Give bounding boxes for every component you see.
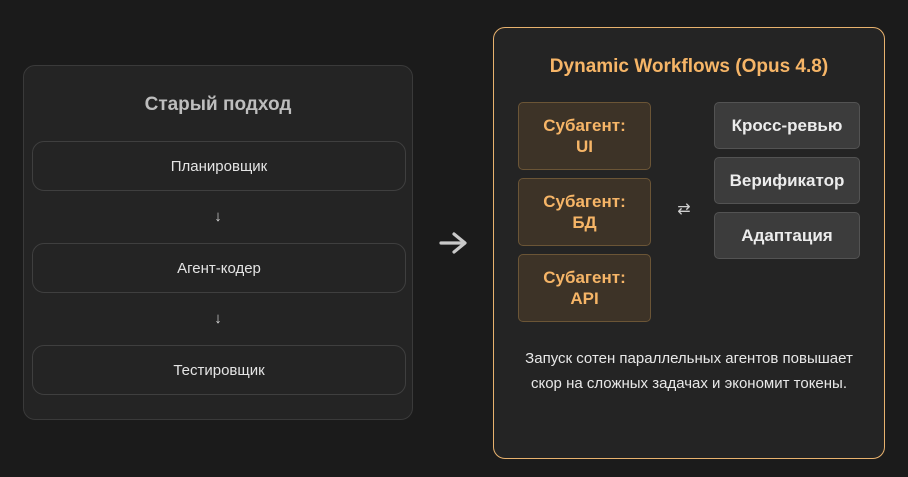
step-planner: Планировщик [32, 141, 406, 191]
role-cross-review: Кросс-ревью [714, 102, 860, 149]
old-approach-panel: Старый подход Планировщик ↓ Агент-кодер … [23, 65, 413, 420]
down-arrow-icon: ↓ [214, 310, 222, 327]
dynamic-workflows-title: Dynamic Workflows (Opus 4.8) [549, 56, 829, 77]
subagent-api: Субагент: API [518, 254, 651, 322]
exchange-arrows-icon: ⇄ [677, 201, 691, 218]
old-approach-title: Старый подход [144, 94, 292, 115]
role-adaptation: Адаптация [714, 212, 860, 259]
subagent-ui: Субагент: UI [518, 102, 651, 170]
down-arrow-icon: ↓ [214, 208, 222, 225]
step-coder-agent: Агент-кодер [32, 243, 406, 293]
right-arrow-icon [439, 232, 467, 254]
dynamic-workflows-panel: Dynamic Workflows (Opus 4.8) Субагент: U… [493, 27, 885, 459]
subagent-db: Субагент: БД [518, 178, 651, 246]
step-tester: Тестировщик [32, 345, 406, 395]
dynamic-workflows-caption: Запуск сотен параллельных агентов повыша… [525, 350, 853, 392]
role-verifier: Верификатор [714, 157, 860, 204]
